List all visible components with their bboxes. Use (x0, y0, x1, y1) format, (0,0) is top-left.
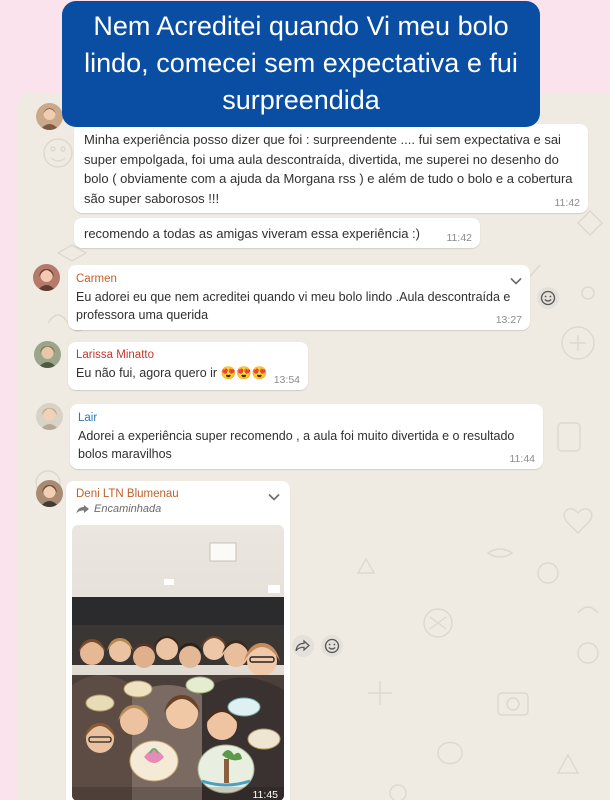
forward-icon (295, 639, 310, 652)
message-time: 13:54 (273, 374, 300, 386)
message-time: 11:45 (252, 789, 279, 800)
sender-name[interactable]: Lair (78, 412, 535, 424)
avatar-photo (34, 341, 61, 368)
avatar-photo (36, 103, 63, 130)
message-text: recomendo a todas as amigas viveram essa… (84, 226, 420, 241)
forward-button[interactable] (292, 635, 314, 657)
avatar-photo (33, 264, 60, 291)
message-bubble-2[interactable]: recomendo a todas as amigas viveram essa… (74, 218, 480, 248)
message-bubble-deni[interactable]: Deni LTN Blumenau Encaminhada 11:45 (66, 481, 290, 800)
message-text: Eu adorei eu que nem acreditei quando vi… (76, 290, 511, 322)
avatar[interactable] (33, 264, 60, 291)
message-bubble-carmen[interactable]: Carmen Eu adorei eu que nem acreditei qu… (68, 265, 530, 330)
chevron-down-icon[interactable] (510, 277, 522, 285)
forward-icon (76, 505, 89, 514)
avatar[interactable] (36, 403, 63, 430)
sender-name[interactable]: Larissa Minatto (76, 349, 300, 361)
message-text: Minha experiência posso dizer que foi : … (84, 132, 573, 206)
message-time: 11:42 (554, 197, 581, 209)
sender-name[interactable]: Deni LTN Blumenau (76, 488, 280, 500)
emoji-icon (540, 290, 556, 306)
avatar[interactable] (36, 103, 63, 130)
message-text: Adorei a experiência super recomendo , a… (78, 429, 515, 461)
emoji-react-button[interactable] (321, 635, 343, 657)
sender-name[interactable]: Carmen (76, 273, 522, 285)
message-time: 13:27 (495, 314, 522, 326)
emoji-react-button[interactable] (537, 287, 559, 309)
message-time: 11:42 (446, 232, 473, 244)
group-photo-image (72, 525, 284, 800)
avatar[interactable] (36, 480, 63, 507)
forwarded-label: Encaminhada (76, 503, 280, 515)
chevron-down-icon[interactable] (268, 493, 280, 501)
message-bubble-lair[interactable]: Lair Adorei a experiência super recomend… (70, 404, 543, 469)
emoji-icon (324, 638, 340, 654)
headline-text: Nem Acreditei quando Vi meu bolo lindo, … (84, 11, 518, 115)
message-time: 11:44 (509, 453, 536, 465)
message-bubble-1[interactable]: Minha experiência posso dizer que foi : … (74, 124, 588, 213)
message-bubble-larissa[interactable]: Larissa Minatto Eu não fui, agora quero … (68, 342, 308, 390)
forwarded-photo[interactable]: 11:45 (72, 525, 284, 800)
avatar[interactable] (34, 341, 61, 368)
avatar-photo (36, 480, 63, 507)
forwarded-text: Encaminhada (94, 503, 162, 515)
headline-banner: Nem Acreditei quando Vi meu bolo lindo, … (62, 1, 540, 127)
message-text: Eu não fui, agora quero ir 😍😍😍 (76, 366, 268, 380)
avatar-photo (36, 403, 63, 430)
